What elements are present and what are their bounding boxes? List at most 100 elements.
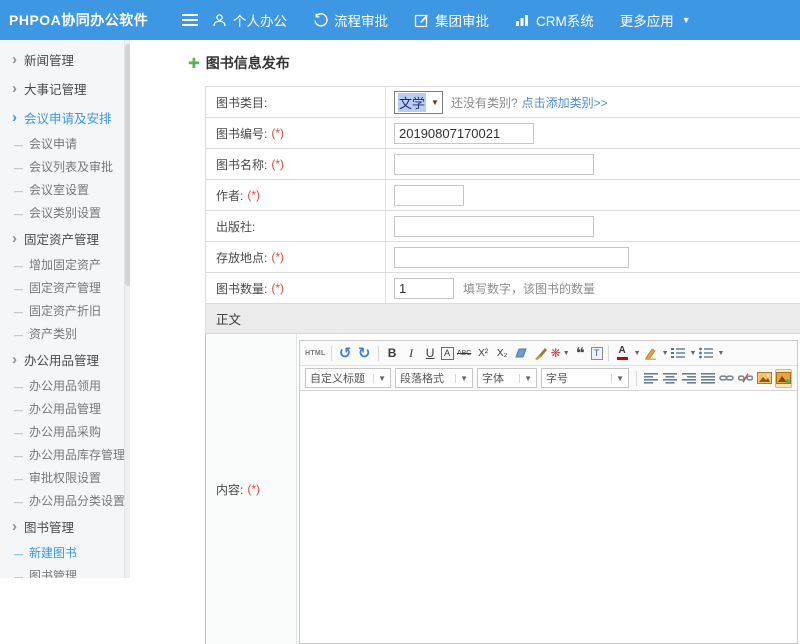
font-family-select[interactable]: 字体▼ bbox=[477, 368, 537, 388]
sidebar-item[interactable]: 固定资产管理 bbox=[0, 276, 130, 299]
editor-content-area[interactable] bbox=[300, 391, 797, 643]
sidebar: 新闻管理 大事记管理 会议申请及安排 会议申请 会议列表及审批 会议室设置 会议… bbox=[0, 40, 130, 578]
nav-workflow-approval[interactable]: 流程审批 bbox=[313, 10, 388, 30]
body-section-header: 正文 bbox=[205, 304, 800, 334]
format-painter-button[interactable] bbox=[532, 344, 549, 363]
sidebar-item[interactable]: 会议列表及审批 bbox=[0, 155, 130, 178]
dash-icon bbox=[14, 569, 29, 579]
ordered-list-button[interactable] bbox=[670, 344, 687, 363]
paste-button[interactable]: T bbox=[591, 347, 603, 360]
nav-crm-system[interactable]: CRM系统 bbox=[515, 10, 594, 30]
dash-icon bbox=[14, 402, 29, 416]
dash-icon bbox=[14, 304, 29, 318]
dash-icon bbox=[14, 379, 29, 393]
html-source-button[interactable]: HTML bbox=[305, 344, 326, 363]
sidebar-item[interactable]: 固定资产折旧 bbox=[0, 299, 130, 322]
quantity-hint: 填写数字，该图书的数量 bbox=[463, 280, 595, 297]
bold-button[interactable]: B bbox=[384, 344, 401, 363]
align-justify-button[interactable] bbox=[699, 369, 716, 388]
sidebar-item[interactable]: 新建图书 bbox=[0, 541, 130, 564]
dash-icon bbox=[14, 327, 29, 341]
sidebar-item[interactable]: 办公用品领用 bbox=[0, 374, 130, 397]
add-category-link[interactable]: 点击添加类别>> bbox=[522, 94, 608, 111]
chevron-right-icon bbox=[12, 52, 24, 67]
location-input[interactable] bbox=[394, 247, 629, 268]
hamburger-menu-icon[interactable] bbox=[182, 14, 198, 29]
publisher-input[interactable] bbox=[394, 216, 594, 237]
rich-text-editor: HTML ↺ ↻ B I U A ABC X² X₂ bbox=[297, 334, 800, 644]
paragraph-format-select[interactable]: 段落格式▼ bbox=[395, 368, 473, 388]
book-number-input[interactable] bbox=[394, 123, 534, 144]
nav-personal-office[interactable]: 个人办公 bbox=[212, 10, 287, 30]
main-content: ✚ 图书信息发布 图书类目: 文学 ▼ 还没有类别? 点击添加类别>> 图书编号… bbox=[130, 40, 800, 578]
nav-more-apps[interactable]: 更多应用 ▼ bbox=[620, 10, 691, 30]
person-icon bbox=[212, 13, 227, 28]
chevron-right-icon bbox=[12, 231, 24, 246]
chevron-right-icon bbox=[12, 352, 24, 367]
custom-title-select[interactable]: 自定义标题▼ bbox=[305, 368, 391, 388]
sidebar-item[interactable]: 图书管理 bbox=[0, 564, 130, 578]
dash-icon bbox=[14, 448, 29, 462]
subscript-button[interactable]: X₂ bbox=[494, 344, 511, 363]
dash-icon bbox=[14, 471, 29, 485]
form-row-book-name: 图书名称:(*) bbox=[205, 149, 800, 180]
quantity-input[interactable] bbox=[394, 278, 454, 299]
sidebar-item[interactable]: 会议申请 bbox=[0, 132, 130, 155]
caret-down-icon: ▼ bbox=[519, 374, 532, 383]
sidebar-item[interactable]: 会议室设置 bbox=[0, 178, 130, 201]
book-name-input[interactable] bbox=[394, 154, 594, 175]
image-button[interactable] bbox=[756, 369, 773, 388]
sidebar-item[interactable]: 会议类别设置 bbox=[0, 201, 130, 224]
sidebar-item[interactable]: 办公用品分类设置 bbox=[0, 489, 130, 512]
caret-down-icon: ▼ bbox=[611, 374, 624, 383]
font-size-select[interactable]: 字号▼ bbox=[541, 368, 629, 388]
superscript-button[interactable]: X² bbox=[475, 344, 492, 363]
snapshot-button[interactable] bbox=[775, 369, 792, 388]
sidebar-item[interactable]: 办公用品管理 bbox=[0, 397, 130, 420]
blockquote-button[interactable]: ❝ bbox=[572, 344, 589, 363]
chevron-right-icon bbox=[12, 110, 24, 125]
sidebar-item[interactable]: 增加固定资产 bbox=[0, 253, 130, 276]
underline-button[interactable]: U bbox=[422, 344, 439, 363]
form-row-author: 作者:(*) bbox=[205, 180, 800, 211]
required-mark: (*) bbox=[247, 482, 260, 496]
dash-icon bbox=[14, 281, 29, 295]
sidebar-item[interactable]: 图书管理 bbox=[0, 512, 130, 541]
eraser-button[interactable] bbox=[513, 344, 530, 363]
caret-down-icon: ▼ bbox=[682, 15, 691, 25]
unordered-list-button[interactable] bbox=[697, 344, 714, 363]
highlight-button[interactable] bbox=[642, 344, 659, 363]
author-input[interactable] bbox=[394, 185, 464, 206]
align-center-button[interactable] bbox=[661, 369, 678, 388]
form-row-content: 内容: (*) HTML ↺ ↻ B I U A bbox=[205, 334, 800, 644]
field-label: 图书类目: bbox=[216, 94, 267, 111]
editor-toolbar-row2: 自定义标题▼ 段落格式▼ 字体▼ 字号▼ bbox=[300, 366, 797, 391]
sidebar-item[interactable]: 会议申请及安排 bbox=[0, 103, 130, 132]
redo-button[interactable]: ↻ bbox=[356, 344, 373, 363]
unlink-button[interactable] bbox=[737, 369, 754, 388]
caret-down-icon: ▼ bbox=[455, 374, 468, 383]
sidebar-item[interactable]: 办公用品管理 bbox=[0, 345, 130, 374]
spellcheck-button[interactable]: ❋▼ bbox=[551, 344, 570, 363]
sidebar-item[interactable]: 大事记管理 bbox=[0, 74, 130, 103]
caret-down-icon: ▼ bbox=[634, 350, 641, 357]
align-right-button[interactable] bbox=[680, 369, 697, 388]
strikethrough-button[interactable]: ABC bbox=[456, 344, 473, 363]
italic-button[interactable]: I bbox=[403, 344, 420, 363]
link-button[interactable] bbox=[718, 369, 735, 388]
sidebar-item[interactable]: 固定资产管理 bbox=[0, 224, 130, 253]
align-left-button[interactable] bbox=[642, 369, 659, 388]
undo-button[interactable]: ↺ bbox=[337, 344, 354, 363]
dash-icon bbox=[14, 137, 29, 151]
category-select[interactable]: 文学 ▼ bbox=[394, 91, 443, 114]
dash-icon bbox=[14, 546, 29, 560]
sidebar-item[interactable]: 办公用品库存管理 bbox=[0, 443, 130, 466]
sidebar-item[interactable]: 办公用品采购 bbox=[0, 420, 130, 443]
font-color-button[interactable]: A bbox=[614, 344, 631, 363]
sidebar-item[interactable]: 新闻管理 bbox=[0, 45, 130, 74]
nav-group-approval[interactable]: 集团审批 bbox=[414, 10, 489, 30]
field-label: 内容: bbox=[216, 481, 243, 498]
sidebar-item[interactable]: 资产类别 bbox=[0, 322, 130, 345]
sidebar-item[interactable]: 审批权限设置 bbox=[0, 466, 130, 489]
autotypeset-button[interactable]: A bbox=[441, 347, 454, 360]
